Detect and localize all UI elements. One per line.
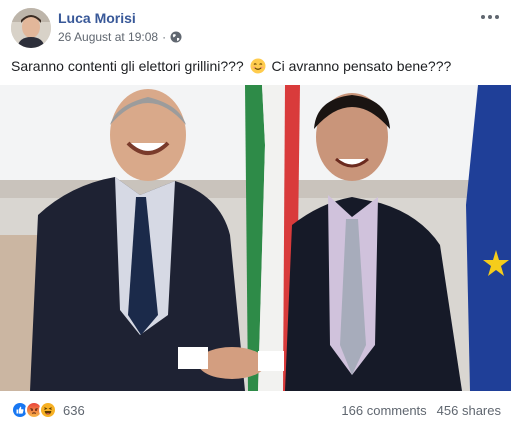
author-name[interactable]: Luca Morisi <box>58 10 136 26</box>
smiling-face-emoji <box>250 58 266 74</box>
post-text-part1: Saranno contenti gli elettori grillini??… <box>11 58 244 74</box>
post-meta: 26 August at 19:08 · <box>58 30 182 44</box>
meta-separator: · <box>162 30 167 44</box>
post-photo[interactable] <box>0 85 511 391</box>
post-footer: 636 166 comments 456 shares <box>11 396 501 424</box>
post-text-part2: Ci avranno pensato bene??? <box>271 58 452 74</box>
reactions-summary[interactable]: 636 <box>11 401 85 419</box>
post-stats: 166 comments 456 shares <box>341 403 501 418</box>
comments-count[interactable]: 166 comments <box>341 403 426 418</box>
reactions-count[interactable]: 636 <box>63 403 85 418</box>
author-avatar[interactable] <box>11 8 51 48</box>
more-options-icon[interactable] <box>479 10 501 24</box>
post-text: Saranno contenti gli elettori grillini??… <box>11 56 501 76</box>
post-timestamp[interactable]: 26 August at 19:08 <box>58 30 158 44</box>
shares-count[interactable]: 456 shares <box>437 403 501 418</box>
globe-icon[interactable] <box>170 31 182 43</box>
haha-reaction-icon <box>39 401 57 419</box>
facebook-post: Luca Morisi 26 August at 19:08 · Saranno… <box>0 0 511 430</box>
post-header: Luca Morisi 26 August at 19:08 · <box>11 8 501 50</box>
